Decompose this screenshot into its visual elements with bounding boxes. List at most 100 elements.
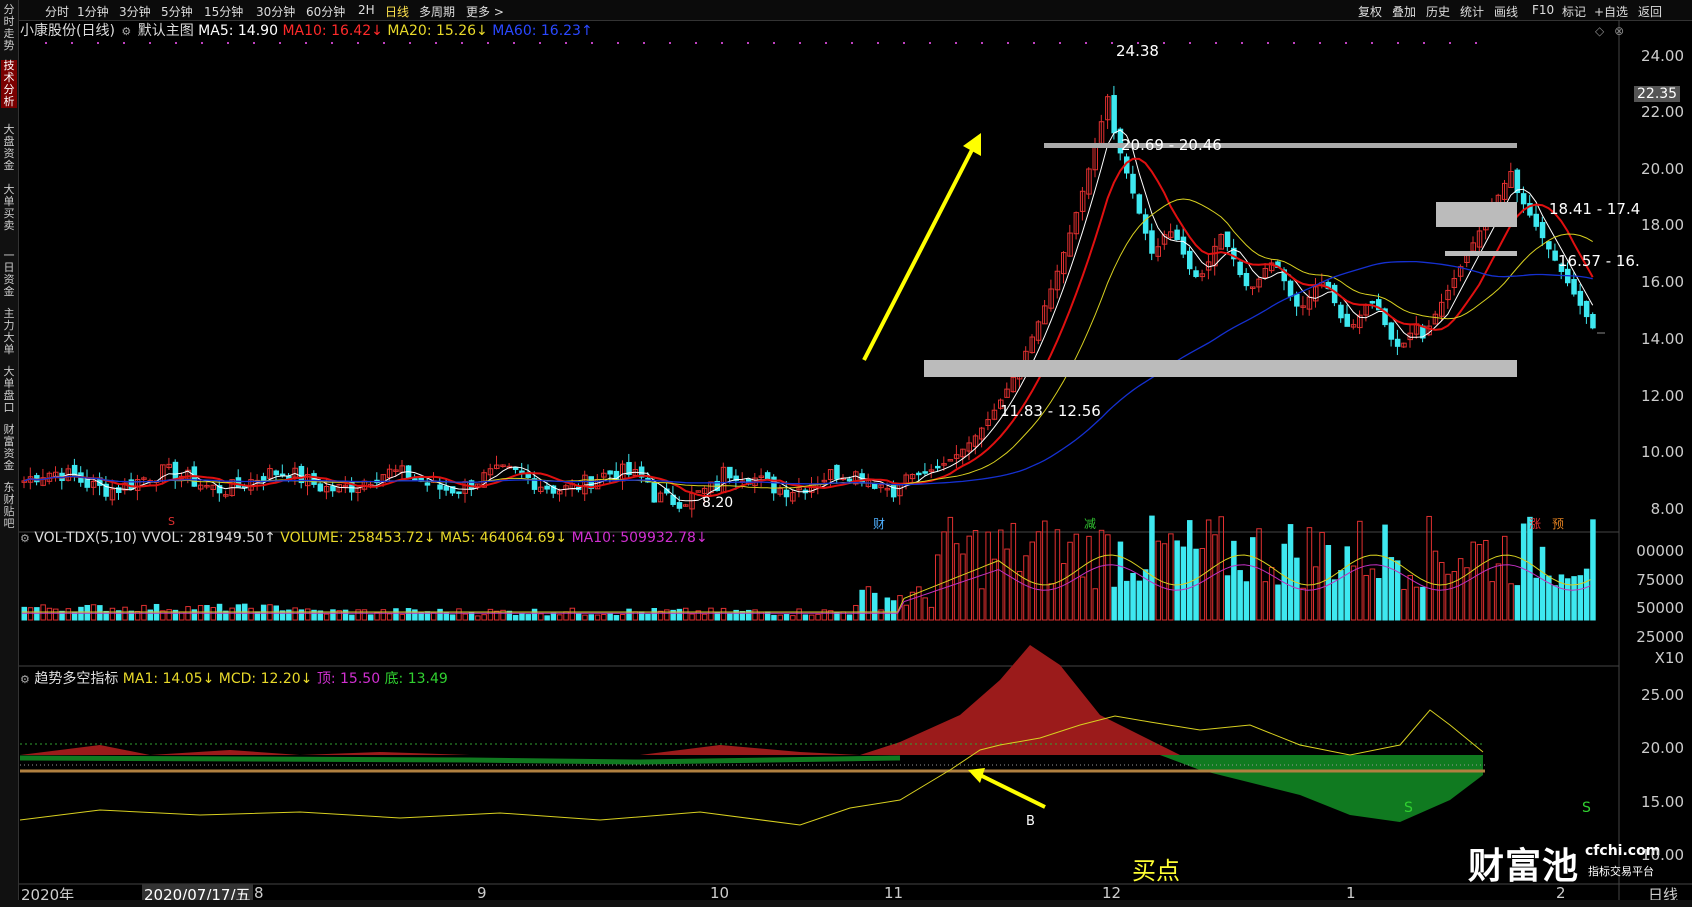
chart-panel-controls: ◇ ⊗	[1595, 24, 1624, 38]
candlestick	[424, 482, 431, 486]
volume-bar	[393, 608, 399, 621]
volume-bar	[1092, 588, 1098, 621]
toolbar-btn-0[interactable]: 复权	[1358, 3, 1382, 20]
indicator-axis-label: 15.00	[1641, 793, 1684, 811]
volume-bar	[386, 613, 393, 621]
volume-bar	[1508, 583, 1514, 621]
event-jian-marker[interactable]: 减	[1084, 515, 1096, 532]
volume-bar	[65, 608, 72, 621]
volume-bar	[1004, 548, 1010, 621]
period-tab-7[interactable]: 2H	[358, 3, 375, 17]
buy-arrow-line	[979, 773, 1046, 809]
event-dot	[1215, 42, 1217, 44]
event-zhang-marker[interactable]: 涨	[1529, 515, 1541, 532]
period-tab-3[interactable]: 5分钟	[161, 3, 193, 20]
ind-settings-icon[interactable]: ⚙	[20, 673, 30, 686]
close-panel-icon[interactable]: ⊗	[1614, 24, 1624, 38]
volume-bar	[1061, 563, 1067, 621]
event-dot	[721, 42, 723, 44]
toolbar-btn-7[interactable]: +自选	[1594, 3, 1628, 20]
candlestick	[1533, 213, 1539, 227]
period-tab-0[interactable]: 分时	[45, 3, 69, 20]
event-yu-marker[interactable]: 预	[1552, 515, 1564, 532]
volume-bar	[1054, 529, 1061, 621]
volume-bar	[909, 591, 916, 621]
volume-bar	[1250, 537, 1256, 621]
toolbar-btn-5[interactable]: F10	[1532, 3, 1554, 17]
volume-bar	[456, 608, 462, 621]
sidebar-tab-4[interactable]: 一日资金	[1, 250, 17, 298]
ind-top: 顶: 15.50	[316, 671, 381, 687]
period-tab-9[interactable]: 多周期	[419, 3, 455, 20]
event-dot	[71, 42, 73, 44]
settings-icon[interactable]: ⚙	[121, 25, 131, 38]
period-toolbar: 分时 1分钟 3分钟 5分钟 15分钟 30分钟 60分钟 2H 日线 多周期 更多 > 复权 叠加 历史…	[19, 0, 1692, 21]
candlestick	[1369, 301, 1376, 304]
volume-axis-label: 00000	[1636, 542, 1684, 560]
period-tab-10[interactable]: 更多 >	[466, 3, 504, 20]
sidebar-tab-5[interactable]: 主力大单	[1, 308, 17, 356]
vol-indicator-name[interactable]: VOL-TDX(5,10)	[34, 530, 137, 546]
candlestick	[1394, 338, 1401, 347]
volume-bar	[777, 614, 783, 621]
toolbar-btn-4[interactable]: 画线	[1494, 3, 1518, 20]
event-cai-marker[interactable]: 财	[873, 515, 885, 532]
sidebar-tab-0[interactable]: 分时走势	[1, 4, 17, 52]
sidebar-tab-3[interactable]: 大单买卖	[1, 184, 17, 232]
period-tab-2[interactable]: 3分钟	[119, 3, 151, 20]
event-dot	[617, 42, 619, 44]
volume-bar	[1300, 587, 1306, 621]
period-tab-5[interactable]: 30分钟	[256, 3, 295, 20]
event-dot	[1059, 42, 1061, 44]
volume-bar	[1571, 576, 1577, 621]
candlestick	[1590, 314, 1596, 329]
stock-name[interactable]: 小康股份(日线)	[20, 23, 115, 39]
candlestick	[437, 484, 443, 490]
candlestick	[1243, 273, 1250, 287]
sidebar-tab-6[interactable]: 大单盘口	[1, 366, 17, 414]
price-axis-label: 20.00	[1641, 160, 1684, 178]
event-dot	[1319, 42, 1321, 44]
sidebar-tab-2[interactable]: 大盘资金	[1, 124, 17, 172]
volume-bar	[676, 608, 683, 621]
volume-bar	[651, 608, 657, 621]
candlestick	[834, 464, 840, 480]
period-tab-6[interactable]: 60分钟	[306, 3, 345, 20]
ind-name[interactable]: 趋势多空指标	[34, 671, 118, 687]
event-dot	[877, 42, 879, 44]
toolbar-btn-1[interactable]: 叠加	[1392, 3, 1416, 20]
volume-bar	[525, 614, 531, 621]
volume-bar	[1306, 527, 1313, 621]
toolbar-btn-3[interactable]: 统计	[1460, 3, 1484, 20]
volume-bar	[34, 607, 40, 621]
bullish-area	[20, 645, 1180, 755]
sidebar-tab-8[interactable]: 东财贴吧	[1, 482, 17, 530]
toolbar-btn-2[interactable]: 历史	[1426, 3, 1450, 20]
vol-settings-icon[interactable]: ⚙	[20, 532, 30, 545]
candlestick	[607, 470, 613, 475]
event-dot	[1267, 42, 1269, 44]
event-s-marker[interactable]: S	[168, 515, 175, 528]
volume-bar	[569, 607, 576, 621]
volume-bar	[1029, 541, 1035, 621]
volume-bar	[1344, 546, 1350, 621]
volume-bar	[1451, 571, 1458, 621]
toolbar-btn-6[interactable]: 标记	[1562, 3, 1586, 20]
period-tab-4[interactable]: 15分钟	[204, 3, 243, 20]
restore-icon[interactable]: ◇	[1595, 24, 1604, 38]
current-price-box: 22.35	[1634, 86, 1681, 102]
toolbar-btn-8[interactable]: 返回	[1638, 3, 1662, 20]
volume-axis-label: 50000	[1636, 599, 1684, 617]
volume-bar	[109, 607, 116, 621]
volume-bar	[1319, 531, 1325, 621]
sidebar-tab-7[interactable]: 财富资金	[1, 424, 17, 472]
template-name[interactable]: 默认主图	[138, 23, 194, 39]
chart-canvas[interactable]	[19, 20, 1692, 900]
period-tab-8[interactable]: 日线	[385, 3, 409, 20]
volume-bar	[1439, 561, 1445, 621]
period-tab-1[interactable]: 1分钟	[77, 3, 109, 20]
candlestick	[1520, 193, 1527, 205]
watermark-slogan: 指标交易平台	[1588, 865, 1654, 878]
sidebar-tab-1[interactable]: 技术分析	[1, 60, 17, 108]
watermark-brand: 财富池	[1468, 846, 1580, 887]
